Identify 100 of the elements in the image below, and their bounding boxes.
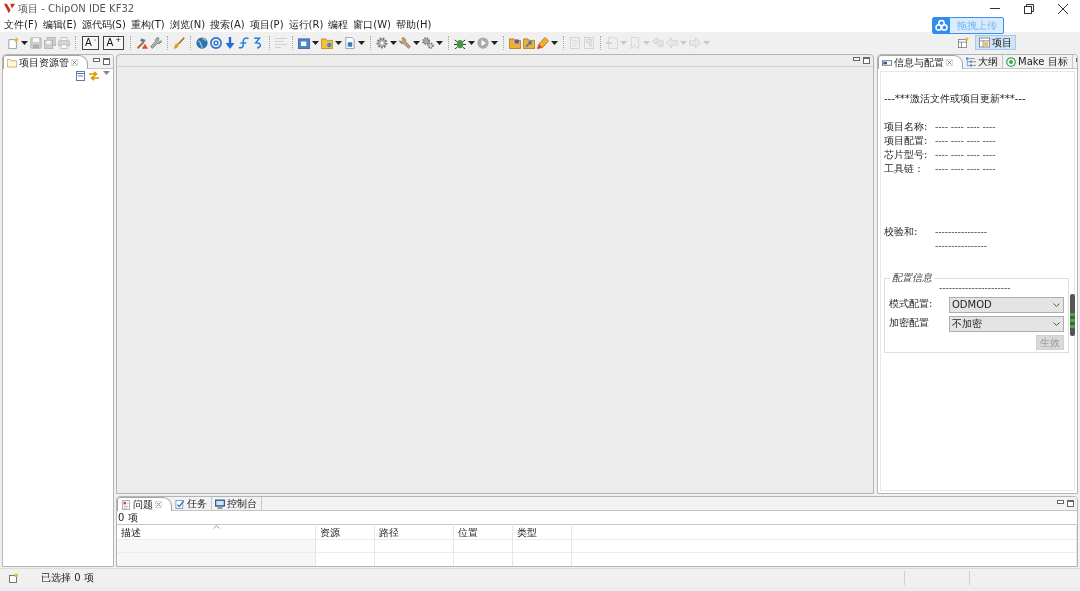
maximize-icon xyxy=(1067,500,1074,507)
field-label: 模式配置: xyxy=(889,297,934,311)
gears-icon xyxy=(422,36,435,49)
menu-item[interactable]: 浏览(N) xyxy=(167,18,208,31)
dropdown-select[interactable]: 不加密 xyxy=(949,316,1064,332)
field-label: 芯片型号: xyxy=(884,148,935,162)
field-label: 校验和: xyxy=(884,225,935,239)
caret-icon xyxy=(643,40,651,45)
folder-arrow-icon xyxy=(523,36,536,49)
link-button[interactable] xyxy=(89,71,99,81)
brush-icon xyxy=(173,36,186,49)
document-icon xyxy=(344,36,357,49)
maximize-icon xyxy=(863,57,870,64)
dropdown-select[interactable]: ODMOD xyxy=(949,297,1064,313)
field-label: 加密配置 xyxy=(889,316,930,330)
left-arrow-icon xyxy=(666,36,679,49)
globe-icon xyxy=(196,36,209,49)
minimize-button[interactable] xyxy=(853,57,860,61)
sync-arrows-icon xyxy=(89,71,99,81)
menu-item[interactable]: 文件(F) xyxy=(2,18,40,31)
field-value: ---- ---- ---- ---- xyxy=(935,121,996,134)
page-bar-icon xyxy=(606,36,619,49)
view-tab[interactable]: 大纲 xyxy=(963,55,1003,68)
font-button[interactable]: A$^{-}$ xyxy=(82,35,100,50)
caret-icon xyxy=(335,40,343,45)
grid-icon xyxy=(979,37,990,48)
menu-item[interactable]: 窗口(W) xyxy=(351,18,394,31)
menu-item[interactable]: 运行(R) xyxy=(286,18,326,31)
logo-icon xyxy=(4,3,15,14)
caret-icon xyxy=(312,40,320,45)
font-button[interactable]: A$^{+}$ xyxy=(103,35,125,50)
right-arrow-icon xyxy=(689,36,702,49)
window-title: 项目 - ChipON IDE KF32 xyxy=(18,2,135,15)
collapse-all-button[interactable] xyxy=(76,71,85,81)
pencil-icon xyxy=(537,36,550,49)
caret-icon xyxy=(703,40,711,45)
field-value: ---------------------- xyxy=(938,282,1012,294)
curve-icon xyxy=(238,36,251,49)
caret-icon xyxy=(468,40,476,45)
column-header[interactable]: 路径 xyxy=(374,524,453,540)
view-tab[interactable]: 项目资源管 xyxy=(3,55,88,69)
monitor-icon xyxy=(215,498,225,509)
close-icon xyxy=(946,59,953,66)
panel-icon xyxy=(882,57,892,68)
wrench-icon xyxy=(399,36,412,49)
field-value: ---------------- xyxy=(935,240,987,253)
status-message: ---***激活文件或项目更新***--- xyxy=(884,92,1027,106)
field-label: 工具链 : xyxy=(884,162,935,176)
menu-item[interactable]: 帮助(H) xyxy=(394,18,434,31)
chevron-icon xyxy=(1053,303,1060,307)
folder-gear-icon xyxy=(321,36,334,49)
menu-item[interactable]: 源代码(S) xyxy=(79,18,128,31)
caret-icon xyxy=(551,40,559,45)
view-tab[interactable]: 问题 xyxy=(117,497,172,511)
column-header[interactable]: 资源 xyxy=(315,524,374,540)
group-title: 配置信息 xyxy=(891,272,933,284)
minimize-icon xyxy=(990,8,1000,9)
caret-icon xyxy=(103,71,110,75)
minimize-icon xyxy=(1057,500,1064,504)
menu-item[interactable]: 重构(T) xyxy=(128,18,167,31)
folder-icon xyxy=(509,36,522,49)
caret-icon xyxy=(436,40,444,45)
field-value: ---- ---- ---- ---- xyxy=(935,163,996,176)
minimize-icon xyxy=(93,58,100,62)
view-tab[interactable]: Make 目标 xyxy=(1003,55,1073,68)
scrollbar-thumb[interactable] xyxy=(1070,294,1075,336)
save-icon xyxy=(30,36,42,49)
chevron-icon xyxy=(1053,322,1060,326)
down-arrow-icon xyxy=(224,36,237,49)
view-menu-button[interactable] xyxy=(103,71,110,75)
column-header[interactable]: 类型 xyxy=(512,524,571,540)
minimize-button[interactable] xyxy=(1057,500,1064,504)
menu-item[interactable]: 搜索(A) xyxy=(208,18,247,31)
view-tab[interactable]: 任务 xyxy=(172,497,212,510)
menu-item[interactable]: 编程 xyxy=(326,18,351,31)
back-arrow-icon xyxy=(652,36,665,49)
caret-icon xyxy=(680,40,688,45)
item-count: 0 项 xyxy=(117,511,139,524)
folder-icon xyxy=(7,57,17,68)
view-tab[interactable]: 信息与配置 xyxy=(878,55,963,69)
view-tab[interactable]: 控制台 xyxy=(212,497,262,510)
close-icon xyxy=(71,59,78,66)
field-label: 项目名称: xyxy=(884,120,935,134)
menu-item[interactable]: 编辑(E) xyxy=(40,18,79,31)
maximize-button[interactable] xyxy=(863,57,870,64)
restore-icon xyxy=(1024,3,1034,14)
column-header[interactable]: 位置 xyxy=(453,524,512,540)
caret-icon xyxy=(390,40,398,45)
play-icon xyxy=(477,36,490,49)
hammer-icon xyxy=(136,36,149,49)
field-value: ---- ---- ---- ---- xyxy=(935,135,996,148)
minimize-button[interactable] xyxy=(93,58,100,62)
menu-item[interactable]: 项目(P) xyxy=(247,18,286,31)
tick-box-icon xyxy=(175,498,185,509)
caret-icon xyxy=(21,40,28,45)
maximize-button[interactable] xyxy=(103,58,110,65)
printer-icon xyxy=(58,36,70,49)
close-icon xyxy=(155,501,162,508)
perspective-button[interactable]: 项目 xyxy=(975,35,1016,50)
maximize-button[interactable] xyxy=(1067,500,1074,507)
